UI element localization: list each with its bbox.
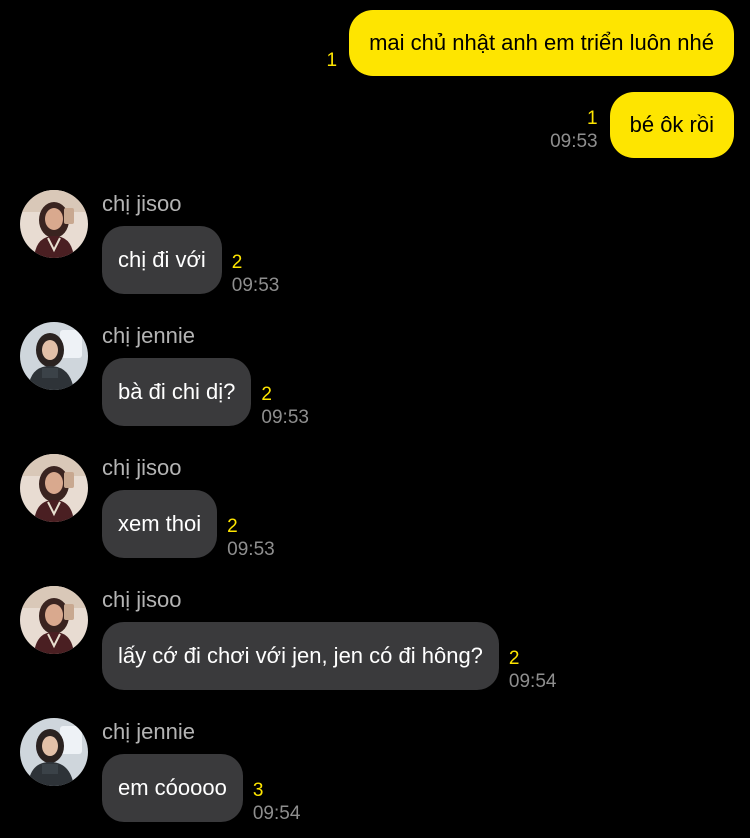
timestamp: 09:54 [252,803,301,824]
message-row: xem thoi 2 09:53 [102,490,275,560]
timestamp: 09:53 [227,539,275,560]
message-row: chị đi với 2 09:53 [102,226,279,296]
message-meta: 2 09:54 [509,648,557,694]
timestamp: 09:54 [508,671,557,692]
unread-count: 2 [231,252,243,273]
timestamp: 09:53 [261,407,309,428]
unread-count: 1 [326,50,338,71]
chat-conversation[interactable]: 1 mai chủ nhật anh em triển luôn nhé 1 0… [0,0,750,838]
unread-count: 2 [227,516,238,537]
unread-count: 1 [587,108,598,129]
sender-name: chị jisoo [102,191,182,216]
timestamp: 09:53 [550,131,598,152]
jennie-avatar[interactable] [20,322,88,390]
incoming-bubble[interactable]: chị đi với [102,226,222,294]
timestamp: 09:53 [231,275,280,296]
message-meta: 2 09:53 [232,252,280,298]
incoming-bubble[interactable]: bà đi chi dị? [102,358,252,426]
message-row: lấy cớ đi chơi với jen, jen có đi hông? … [102,622,556,692]
message-meta: 2 09:53 [261,384,309,430]
unread-count: 2 [508,648,520,669]
jisoo-avatar[interactable] [20,454,88,522]
outgoing-message[interactable]: 1 mai chủ nhật anh em triển luôn nhé [327,10,734,76]
sender-name: chị jisoo [102,455,182,480]
incoming-bubble[interactable]: xem thoi [102,490,218,558]
incoming-bubble[interactable]: em cóoooo [102,754,243,822]
message-meta: 2 09:53 [227,516,275,562]
unread-count: 2 [261,384,272,405]
outgoing-message[interactable]: 1 09:53 bé ôk rồi [550,92,734,158]
jisoo-avatar[interactable] [20,190,88,258]
message-row: em cóoooo 3 09:54 [102,754,300,824]
jennie-avatar[interactable] [20,718,88,786]
sender-name: chị jennie [102,719,195,744]
message-meta: 3 09:54 [253,780,301,826]
unread-count: 3 [252,780,264,801]
jisoo-avatar[interactable] [20,586,88,654]
message-meta: 1 09:53 [550,108,598,158]
message-row: bà đi chi dị? 2 09:53 [102,358,309,428]
incoming-bubble[interactable]: lấy cớ đi chơi với jen, jen có đi hông? [102,622,499,690]
sender-name: chị jisoo [102,587,182,612]
sender-name: chị jennie [102,323,195,348]
message-meta: 1 [327,50,338,76]
outgoing-bubble[interactable]: bé ôk rồi [609,92,734,158]
outgoing-bubble[interactable]: mai chủ nhật anh em triển luôn nhé [349,10,734,76]
